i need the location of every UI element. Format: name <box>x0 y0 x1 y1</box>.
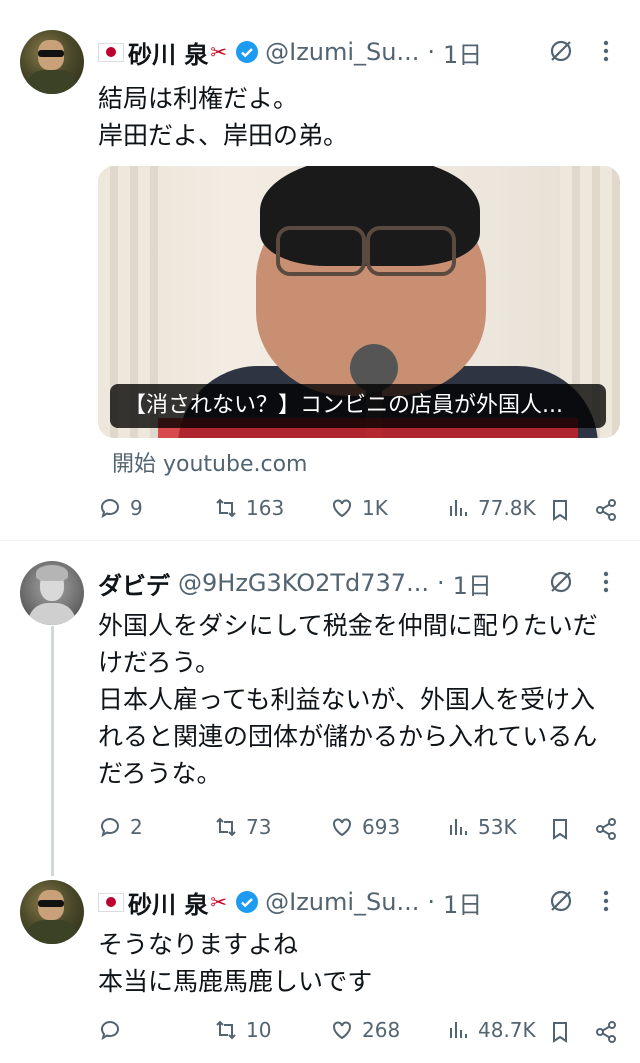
retweet-icon <box>216 817 236 837</box>
like-icon <box>333 818 351 837</box>
action-bar: 9 163 1K 77.8K <box>98 496 620 526</box>
reply-icon <box>101 499 119 519</box>
views-icon <box>450 1022 467 1038</box>
tweet-header: 砂川 泉 ✂ @Izumi_Su... · 1日 <box>98 34 482 70</box>
card-source[interactable]: 開始 youtube.com <box>112 446 307 478</box>
reply-button[interactable]: 9 <box>98 496 143 520</box>
retweet-button[interactable]: 73 <box>214 815 271 839</box>
flag-japan-icon <box>98 42 124 62</box>
reply-button[interactable] <box>98 1018 130 1042</box>
views-count: 48.7K <box>478 1018 536 1042</box>
retweet-button[interactable]: 10 <box>214 1018 271 1042</box>
grok-icon[interactable] <box>548 569 574 595</box>
share-icon[interactable] <box>594 498 618 522</box>
tweet-header: 砂川 泉 ✂ @Izumi_Su... · 1日 <box>98 884 482 920</box>
views-button[interactable]: 77.8K <box>446 496 536 520</box>
display-name[interactable]: 砂川 泉 <box>128 35 208 70</box>
like-button[interactable]: 693 <box>330 815 400 839</box>
party-popper-icon: ✂ <box>210 40 228 64</box>
bookmark-icon[interactable] <box>548 498 572 522</box>
handle[interactable]: @Izumi_Su... <box>265 888 419 916</box>
grok-icon[interactable] <box>548 38 574 64</box>
more-icon[interactable] <box>600 569 612 595</box>
retweet-icon <box>216 498 236 518</box>
views-count: 53K <box>478 815 517 839</box>
reply-icon <box>101 818 119 838</box>
tweet-2[interactable]: ダビデ @9HzG3KO2Td737... · 1日 外国人をダシにして税金を仲… <box>0 541 640 871</box>
card-caption: 【消されない？】コンビニの店員が外国人... <box>110 384 606 428</box>
like-count: 693 <box>362 815 401 839</box>
action-bar: 10 268 48.7K <box>98 1018 620 1048</box>
tweet-text: そうなりますよね 本当に馬鹿馬鹿しいです <box>98 930 373 996</box>
separator: · <box>427 38 436 66</box>
handle[interactable]: @Izumi_Su... <box>265 38 419 66</box>
like-button[interactable]: 268 <box>330 1018 400 1042</box>
party-popper-icon: ✂ <box>210 890 228 914</box>
reply-button[interactable]: 2 <box>98 815 143 839</box>
retweet-icon <box>216 1020 236 1040</box>
like-count: 1K <box>362 496 388 520</box>
retweet-button[interactable]: 163 <box>214 496 284 520</box>
more-icon[interactable] <box>600 888 612 914</box>
tweet-1[interactable]: 砂川 泉 ✂ @Izumi_Su... · 1日 結局は利権だよ。 岸田だよ、岸… <box>0 0 640 540</box>
display-name[interactable]: ダビデ <box>98 566 170 601</box>
like-count: 268 <box>362 1018 401 1042</box>
share-icon[interactable] <box>594 817 618 841</box>
retweet-count: 163 <box>246 496 285 520</box>
views-count: 77.8K <box>478 496 536 520</box>
retweet-count: 10 <box>246 1018 272 1042</box>
reply-count: 2 <box>130 815 143 839</box>
separator: · <box>436 569 445 597</box>
verified-badge-icon[interactable] <box>235 40 259 64</box>
separator: · <box>427 888 436 916</box>
tweet-header: ダビデ @9HzG3KO2Td737... · 1日 <box>98 565 492 601</box>
timestamp[interactable]: 1日 <box>443 35 482 70</box>
display-name[interactable]: 砂川 泉 <box>128 885 208 920</box>
views-icon <box>450 819 467 835</box>
bookmark-icon[interactable] <box>548 1020 572 1044</box>
tweet-text: 外国人をダシにして税金を仲間に配りたいだけだろう。 日本人雇っても利益ないが、外… <box>98 611 598 788</box>
tweet-3[interactable]: 砂川 泉 ✂ @Izumi_Su... · 1日 そうなりますよね 本当に馬鹿馬… <box>0 862 640 1063</box>
avatar[interactable] <box>20 880 84 944</box>
share-icon[interactable] <box>594 1020 618 1044</box>
more-icon[interactable] <box>600 38 612 64</box>
reply-icon <box>101 1021 119 1041</box>
timestamp[interactable]: 1日 <box>453 566 492 601</box>
views-button[interactable]: 48.7K <box>446 1018 536 1042</box>
link-card[interactable]: 【消されない？】コンビニの店員が外国人... <box>98 166 620 438</box>
like-icon <box>333 499 351 518</box>
grok-icon[interactable] <box>548 888 574 914</box>
tweet-text: 結局は利権だよ。 岸田だよ、岸田の弟。 <box>98 84 349 150</box>
views-button[interactable]: 53K <box>446 815 517 839</box>
retweet-count: 73 <box>246 815 272 839</box>
avatar[interactable] <box>20 30 84 94</box>
action-bar: 2 73 693 53K <box>98 815 620 845</box>
like-icon <box>333 1021 351 1040</box>
like-button[interactable]: 1K <box>330 496 388 520</box>
reply-count: 9 <box>130 496 143 520</box>
avatar[interactable] <box>20 561 84 625</box>
bookmark-icon[interactable] <box>548 817 572 841</box>
handle[interactable]: @9HzG3KO2Td737... <box>178 569 429 597</box>
timestamp[interactable]: 1日 <box>443 885 482 920</box>
views-icon <box>450 500 467 516</box>
verified-badge-icon[interactable] <box>235 890 259 914</box>
flag-japan-icon <box>98 892 124 912</box>
